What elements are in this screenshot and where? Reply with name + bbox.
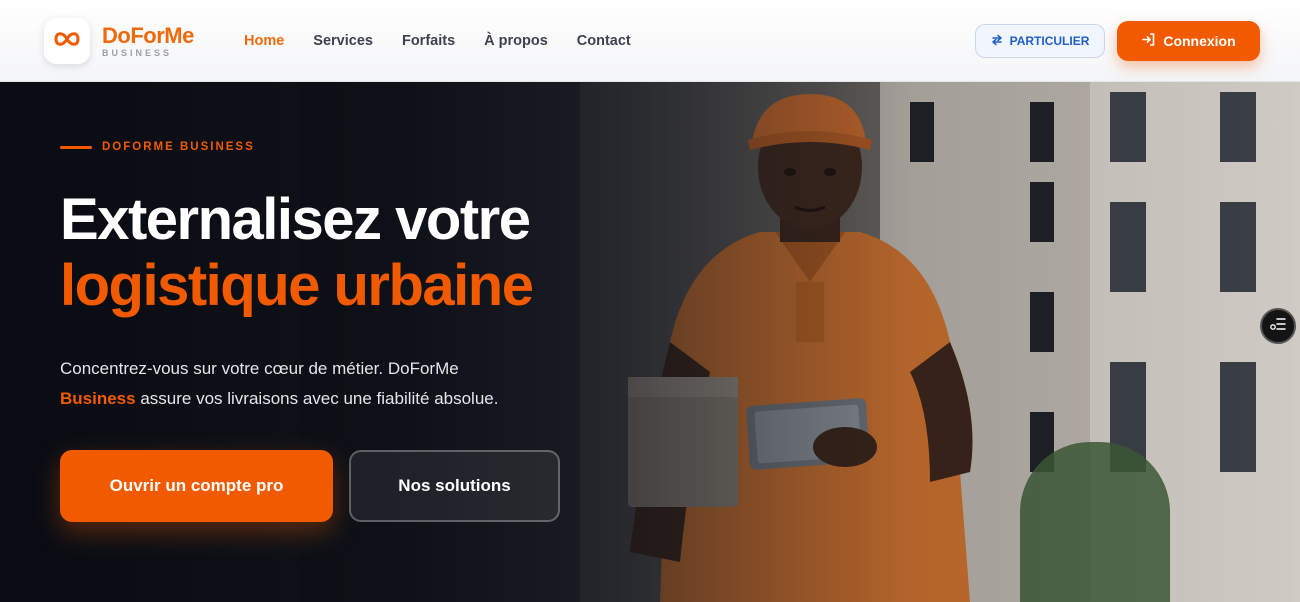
our-solutions-button[interactable]: Nos solutions: [349, 450, 560, 522]
hero-title-accent: logistique urbaine: [60, 253, 534, 318]
description-part2: assure vos livraisons avec une fiabilité…: [140, 389, 499, 408]
open-pro-account-button[interactable]: Ouvrir un compte pro: [60, 450, 333, 522]
site-header: DoForMe BUSINESS Home Services Forfaits …: [0, 0, 1300, 82]
brand-name[interactable]: DoForMe: [102, 23, 194, 49]
accessibility-widget-button[interactable]: [1260, 308, 1296, 344]
particulier-label: PARTICULIER: [1009, 34, 1090, 48]
logo[interactable]: [44, 18, 90, 64]
description-highlight: Business: [60, 389, 136, 408]
login-arrow-icon: [1141, 32, 1156, 50]
eyebrow-accent-line: [60, 145, 92, 149]
main-nav: Home Services Forfaits À propos Contact: [244, 33, 631, 49]
infinity-icon: [53, 30, 81, 53]
swap-arrows-icon: [991, 34, 1003, 49]
connexion-button[interactable]: Connexion: [1117, 21, 1260, 61]
nav-a-propos[interactable]: À propos: [484, 33, 548, 49]
nav-home[interactable]: Home: [244, 33, 284, 49]
hero-description: Concentrez-vous sur votre cœur de métier…: [60, 354, 560, 414]
hero-eyebrow: DOFORME BUSINESS: [60, 141, 255, 153]
nav-contact[interactable]: Contact: [577, 33, 631, 49]
particulier-button[interactable]: PARTICULIER: [975, 24, 1105, 58]
nav-forfaits[interactable]: Forfaits: [402, 33, 455, 49]
hero-title: Externalisez votre: [60, 187, 531, 252]
hero-gradient-overlay: [0, 82, 1300, 602]
accessibility-menu-icon: [1270, 317, 1286, 336]
nav-services[interactable]: Services: [313, 33, 373, 49]
brand-subtitle: BUSINESS: [102, 48, 173, 58]
connexion-label: Connexion: [1163, 33, 1236, 49]
hero-section: DOFORME BUSINESS Externalisez votre logi…: [0, 82, 1300, 602]
description-part1: Concentrez-vous sur votre cœur de métier…: [60, 359, 459, 378]
eyebrow-text: DOFORME BUSINESS: [102, 141, 255, 153]
